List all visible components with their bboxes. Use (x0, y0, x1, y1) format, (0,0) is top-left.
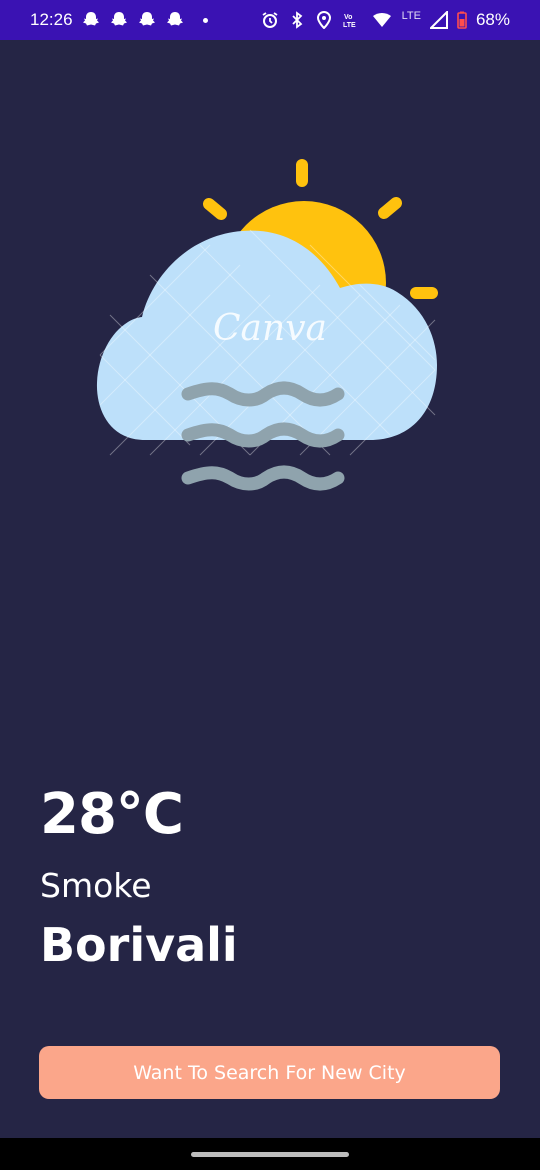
snapchat-icon (166, 12, 183, 26)
svg-text:Vo: Vo (344, 14, 352, 21)
bluetooth-icon (291, 11, 302, 29)
svg-text:LTE: LTE (343, 22, 356, 29)
watermark-text: Canva (213, 308, 327, 349)
signal-icon (429, 11, 448, 29)
status-left: 12:26 (30, 10, 208, 30)
wifi-icon (372, 13, 391, 27)
location-icon (316, 11, 331, 29)
snapchat-icon (110, 12, 127, 26)
network-type-label: LTE (401, 10, 421, 22)
navigation-bar (0, 1138, 540, 1170)
alarm-icon (262, 12, 278, 28)
search-new-city-button[interactable]: Want To Search For New City (39, 1046, 500, 1099)
status-bar: 12:26 Vo LTE LTE 68% (0, 0, 540, 40)
snapchat-icon (82, 12, 99, 26)
city-name: Borivali (40, 918, 238, 972)
notification-dot-icon (202, 17, 208, 23)
weather-condition: Smoke (40, 866, 152, 905)
home-gesture-handle[interactable] (191, 1152, 349, 1157)
weather-illustration: Canva (96, 159, 438, 491)
volte-icon: VoLTE (343, 14, 356, 29)
status-time: 12:26 (30, 10, 73, 29)
status-right: Vo LTE LTE 68% (261, 10, 510, 30)
snapchat-icon (138, 12, 155, 26)
temperature-value: 28°C (40, 782, 184, 847)
battery-percent: 68% (475, 10, 510, 29)
battery-icon (457, 11, 467, 29)
